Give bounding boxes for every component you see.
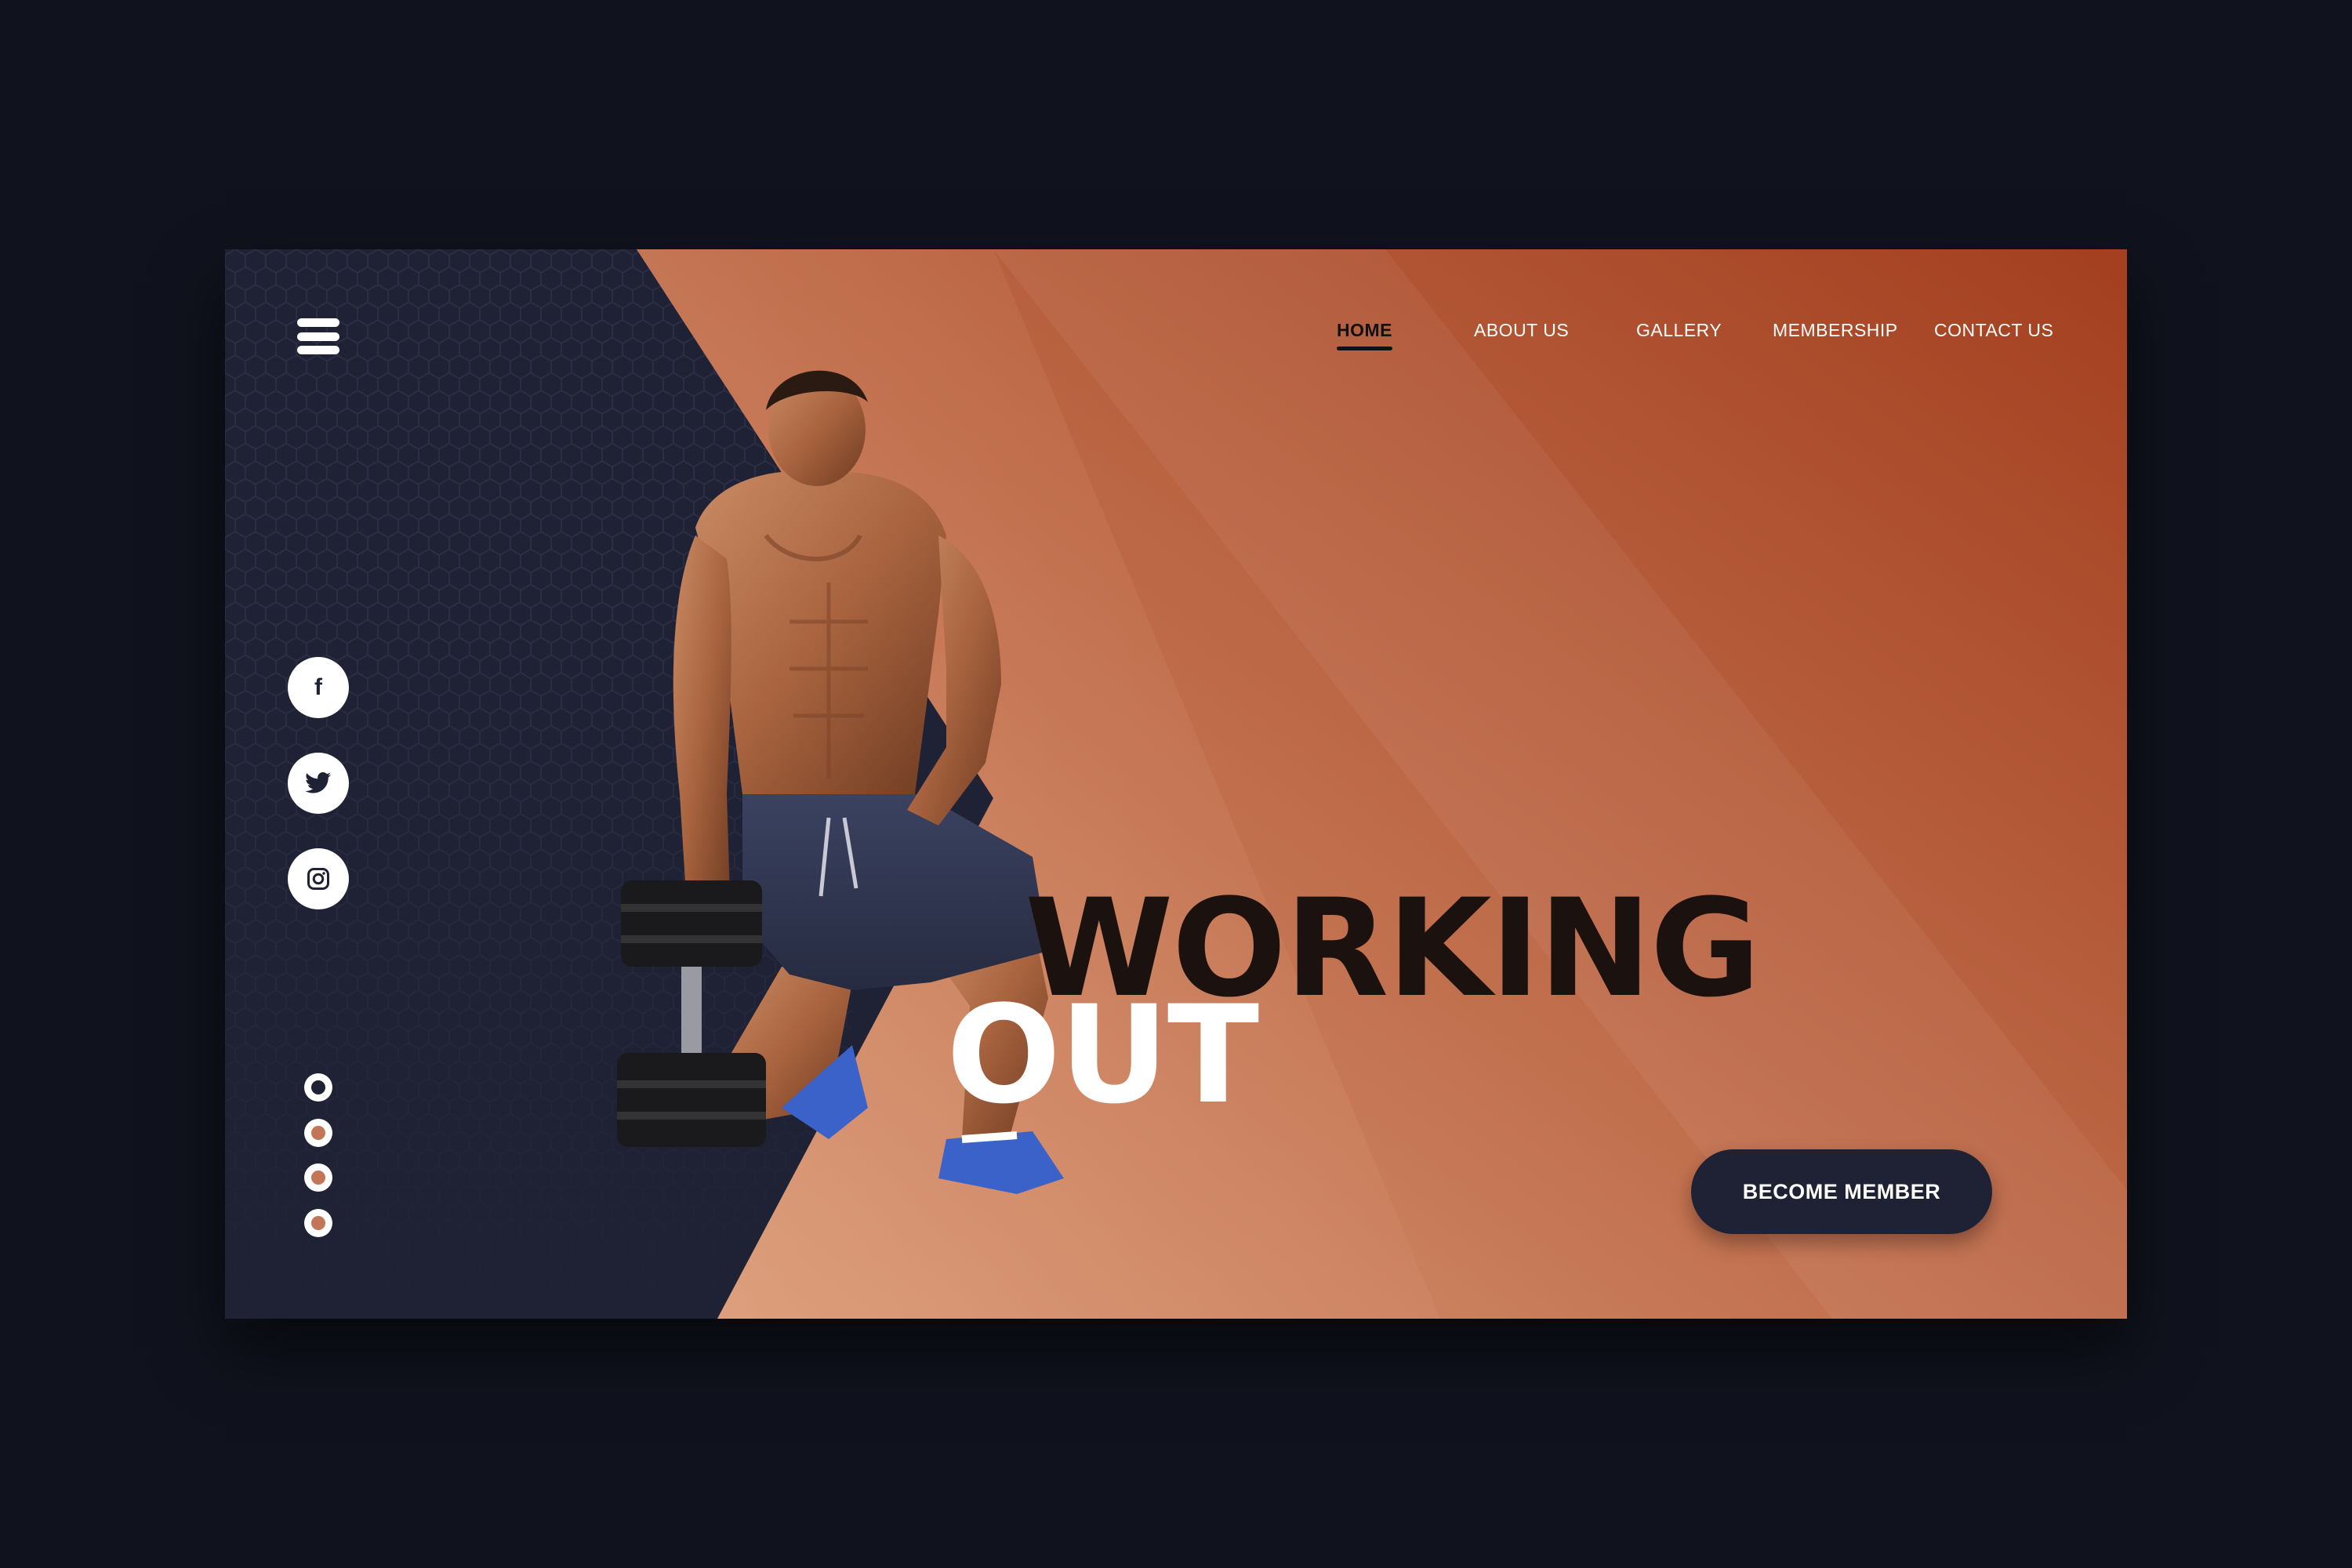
slide-dot-4[interactable]: [304, 1209, 332, 1237]
nav-home-label: HOME: [1337, 320, 1392, 340]
nav-contact-us-label: CONTACT US: [1934, 320, 2054, 340]
slide-dot-1[interactable]: [304, 1073, 332, 1102]
instagram-icon: [307, 868, 329, 890]
slide-dot-3[interactable]: [304, 1163, 332, 1192]
facebook-button[interactable]: f: [288, 657, 349, 718]
twitter-icon: [305, 772, 332, 793]
slide-dot-2[interactable]: [304, 1119, 332, 1147]
headline-line-2: OUT: [946, 976, 1259, 1134]
nav-about-us-label: ABOUT US: [1474, 320, 1570, 340]
landing-page-card: HOME ABOUT US GALLERY MEMBERSHIP CONTACT…: [225, 249, 2127, 1319]
nav-gallery-label: GALLERY: [1636, 320, 1722, 340]
become-member-button[interactable]: BECOME MEMBER: [1691, 1149, 1992, 1234]
main-nav: HOME ABOUT US GALLERY MEMBERSHIP CONTACT…: [225, 320, 2127, 359]
nav-membership[interactable]: MEMBERSHIP: [1773, 320, 1898, 341]
nav-home[interactable]: HOME: [1337, 320, 1392, 350]
instagram-button[interactable]: [288, 848, 349, 909]
nav-about-us[interactable]: ABOUT US: [1474, 320, 1569, 341]
nav-contact-us[interactable]: CONTACT US: [1934, 320, 2053, 341]
nav-membership-label: MEMBERSHIP: [1773, 320, 1898, 340]
active-nav-underline: [1337, 347, 1392, 350]
twitter-button[interactable]: [288, 753, 349, 814]
nav-gallery[interactable]: GALLERY: [1636, 320, 1722, 341]
facebook-icon: f: [314, 674, 322, 700]
